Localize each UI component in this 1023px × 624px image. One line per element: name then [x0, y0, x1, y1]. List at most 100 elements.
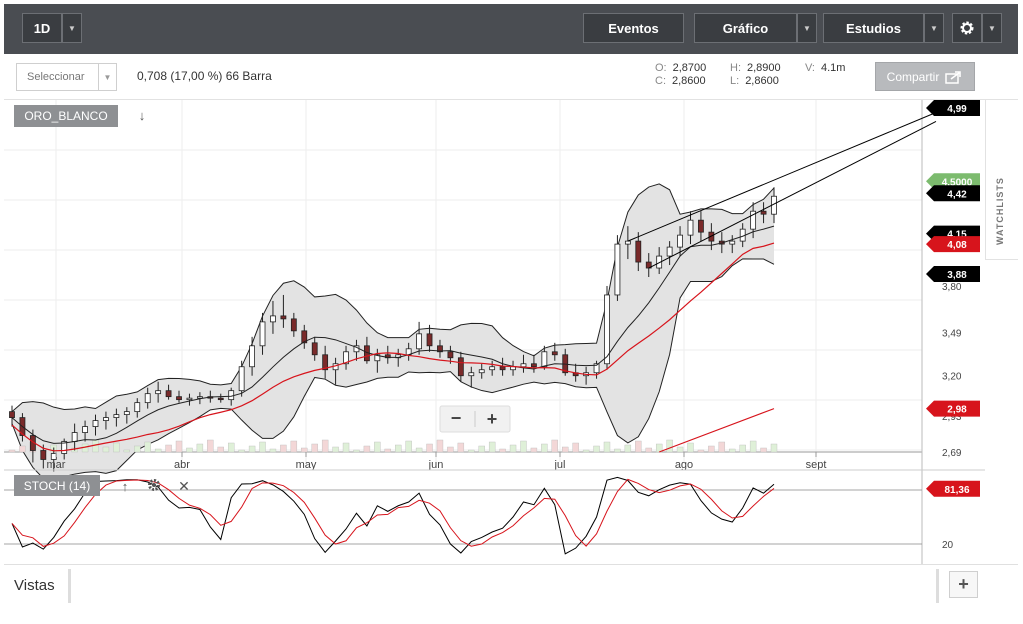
- candle-body: [499, 366, 506, 371]
- candle-body: [624, 240, 631, 245]
- events-button[interactable]: Eventos: [583, 13, 684, 43]
- candle-body: [270, 315, 276, 323]
- volume-bar: [478, 445, 485, 453]
- interval-button[interactable]: 1D: [22, 13, 62, 43]
- settings-dropdown-caret[interactable]: ▼: [982, 13, 1002, 43]
- volume-bar: [228, 442, 235, 453]
- chart-dropdown-caret[interactable]: ▼: [797, 13, 817, 43]
- candle-body: [541, 351, 548, 368]
- volume-bar: [321, 439, 329, 453]
- x-axis-labels: mar abr may jun jul ago sept: [47, 452, 827, 471]
- volume-bar: [405, 440, 412, 453]
- volume-bar: [520, 440, 527, 453]
- chart-button[interactable]: Gráfico: [694, 13, 797, 43]
- share-icon: [945, 70, 962, 84]
- volume-bar: [457, 442, 465, 453]
- volume-bar: [395, 444, 402, 453]
- volume-bar: [248, 445, 256, 453]
- watchlists-label: WATCHLISTS: [995, 177, 1005, 245]
- volume-bar: [499, 448, 506, 453]
- volume-bar: [363, 445, 371, 453]
- volume-bar: [729, 448, 736, 453]
- change-info: 0,708 (17,00 %) 66 Barra: [137, 69, 272, 83]
- volume-bar: [739, 444, 746, 453]
- volume-bar: [687, 442, 694, 453]
- x-axis-label: abr: [174, 459, 190, 471]
- price-marker-label: 4,99: [947, 104, 967, 115]
- candle-body: [426, 333, 433, 347]
- compare-select[interactable]: Seleccionar ▼: [16, 63, 117, 91]
- x-axis-label: jun: [428, 459, 444, 471]
- volume-bar: [384, 448, 391, 453]
- share-label: Compartir: [886, 69, 940, 84]
- studies-button[interactable]: Estudios: [823, 13, 924, 43]
- volume-bar: [259, 441, 266, 453]
- candle-body: [9, 411, 15, 419]
- volume-bar: [113, 442, 120, 453]
- stoch-close-icon[interactable]: ✕: [178, 478, 190, 494]
- candle-body: [113, 414, 120, 419]
- candle-body: [520, 363, 527, 368]
- candle-body: [217, 397, 224, 401]
- volume-bar: [301, 447, 308, 453]
- candle-body: [478, 369, 485, 374]
- volume-bar: [770, 443, 778, 453]
- volume-bar: [708, 445, 715, 453]
- volume-bar: [509, 444, 517, 453]
- candle-body: [144, 393, 151, 404]
- studies-dropdown-caret[interactable]: ▼: [924, 13, 944, 43]
- candle-body: [134, 402, 141, 413]
- price-markers: 4,994,50004,424,154,083,882,98: [926, 100, 980, 417]
- candle-body: [760, 210, 767, 215]
- volume-bar: [415, 447, 423, 453]
- x-axis-label: sept: [806, 459, 827, 471]
- volume-bar: [760, 447, 767, 453]
- volume-bar: [19, 445, 26, 453]
- volume-bar: [666, 439, 673, 453]
- candle-body: [103, 417, 109, 421]
- volume-bar: [676, 446, 684, 453]
- watchlists-tab[interactable]: WATCHLISTS: [985, 100, 1018, 260]
- add-view-button[interactable]: +: [949, 571, 978, 598]
- candle-body: [311, 342, 318, 356]
- volume-bar: [311, 443, 318, 453]
- stoch-up-arrow-icon[interactable]: ↑: [122, 479, 129, 494]
- zoom-out-button[interactable]: −: [451, 408, 462, 428]
- volume-bar: [697, 449, 705, 453]
- candle-body: [238, 366, 245, 392]
- ohlc-high: H: 2,8900: [730, 62, 781, 74]
- candle-body: [635, 240, 642, 263]
- volume-bar: [593, 445, 600, 453]
- volume-bar: [269, 448, 277, 453]
- volume-bar: [353, 449, 360, 453]
- candle-body: [249, 345, 255, 368]
- candle-body: [82, 426, 88, 433]
- volume-bar: [488, 441, 496, 453]
- x-axis-label: ago: [675, 459, 693, 471]
- compare-select-caret[interactable]: ▼: [98, 64, 116, 90]
- interval-dropdown-caret[interactable]: ▼: [62, 13, 82, 43]
- gear-icon[interactable]: [952, 13, 982, 43]
- volume-bar: [374, 441, 381, 453]
- candle-body: [447, 351, 454, 359]
- stoch-y-label: 20: [942, 540, 954, 551]
- zoom-in-button[interactable]: +: [487, 409, 498, 429]
- volume-bar: [290, 440, 298, 453]
- price-marker-label: 3,88: [947, 270, 967, 281]
- volume-bar: [207, 439, 214, 453]
- candle-body: [666, 246, 673, 257]
- y-axis-label: 3,80: [942, 282, 962, 293]
- candle-body: [531, 363, 537, 368]
- volume-bar: [530, 447, 538, 453]
- volume-bar: [447, 446, 454, 453]
- symbol-down-arrow[interactable]: ↓: [139, 108, 146, 123]
- stoch-tag: STOCH (14): [24, 479, 90, 493]
- views-label[interactable]: Vistas: [14, 577, 55, 594]
- share-button[interactable]: Compartir: [875, 62, 975, 91]
- volume-bar: [123, 449, 131, 453]
- volume-bar: [217, 446, 224, 453]
- price-marker-label: 2,98: [947, 405, 967, 416]
- symbol-tag: ORO_BLANCO: [24, 109, 107, 123]
- price-chart[interactable]: mar abr may jun jul ago sept 3,803,493,202,932…: [4, 100, 985, 564]
- volume-bar: [332, 446, 339, 453]
